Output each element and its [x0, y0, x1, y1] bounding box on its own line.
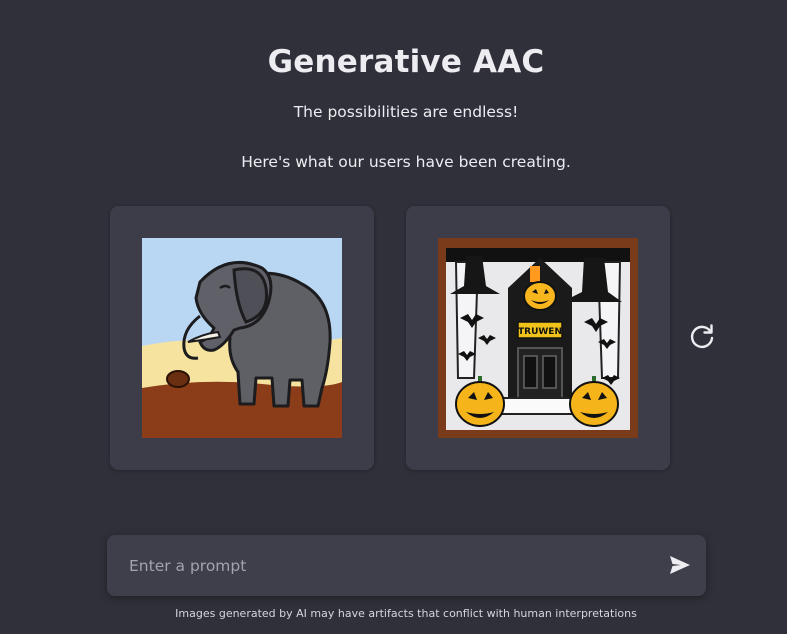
send-icon[interactable] [668, 553, 692, 577]
gallery-card-halloween[interactable]: TRUWEN [406, 206, 670, 470]
prompt-input[interactable] [127, 547, 651, 585]
page-title: Generative AAC [267, 44, 545, 80]
tagline: The possibilities are endless! [293, 103, 519, 121]
halloween-house-image: TRUWEN [438, 238, 638, 438]
prompt-bar [107, 535, 706, 596]
gallery-card-elephant[interactable] [110, 206, 374, 470]
showcase-text: Here's what our users have been creating… [241, 153, 571, 171]
halloween-sign-text: TRUWEN [518, 327, 562, 337]
disclaimer: Images generated by AI may have artifact… [175, 607, 637, 620]
refresh-icon[interactable] [688, 322, 716, 350]
elephant-image [142, 238, 342, 438]
